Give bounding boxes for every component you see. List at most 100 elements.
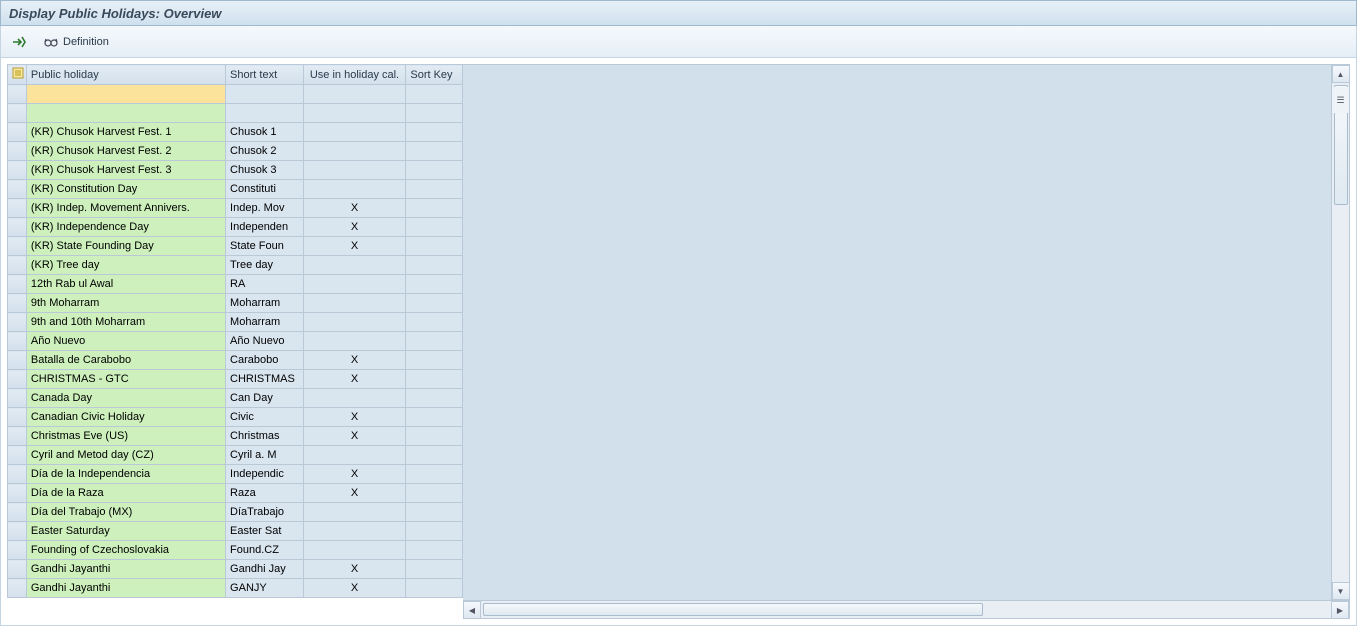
cell-sort[interactable] [406, 294, 463, 313]
cell-use[interactable] [303, 142, 406, 161]
cell-holiday[interactable]: Founding of Czechoslovakia [26, 541, 225, 560]
cell-sort[interactable] [406, 541, 463, 560]
cell-use[interactable] [303, 503, 406, 522]
row-selector[interactable] [8, 370, 27, 389]
filter-short[interactable] [226, 85, 304, 104]
cell-short[interactable]: Chusok 2 [226, 142, 304, 161]
column-header-holiday[interactable]: Public holiday [26, 65, 225, 85]
row-selector[interactable] [8, 522, 27, 541]
scroll-up-icon[interactable]: ▲ [1332, 65, 1350, 83]
row-selector[interactable] [8, 484, 27, 503]
cell-sort[interactable] [406, 370, 463, 389]
cell-use[interactable] [303, 123, 406, 142]
cell-short[interactable]: Found.CZ [226, 541, 304, 560]
cell-sort[interactable] [406, 256, 463, 275]
cell-use[interactable] [303, 522, 406, 541]
cell-short[interactable]: Indep. Mov [226, 199, 304, 218]
cell-use[interactable]: X [303, 199, 406, 218]
cell-holiday[interactable]: Día de la Independencia [26, 465, 225, 484]
cell-holiday[interactable]: Canada Day [26, 389, 225, 408]
cell-sort[interactable] [406, 180, 463, 199]
cell-short[interactable]: Año Nuevo [226, 332, 304, 351]
cell-short[interactable]: Gandhi Jay [226, 560, 304, 579]
cell-use[interactable] [303, 541, 406, 560]
cell-holiday[interactable]: 9th Moharram [26, 294, 225, 313]
cell-holiday[interactable] [26, 104, 225, 123]
cell-holiday[interactable]: (KR) Chusok Harvest Fest. 3 [26, 161, 225, 180]
cell-use[interactable]: X [303, 465, 406, 484]
cell-holiday[interactable]: 12th Rab ul Awal [26, 275, 225, 294]
cell-holiday[interactable]: (KR) Independence Day [26, 218, 225, 237]
row-selector[interactable] [8, 465, 27, 484]
cell-holiday[interactable]: Gandhi Jayanthi [26, 560, 225, 579]
row-selector[interactable] [8, 313, 27, 332]
row-selector[interactable] [8, 351, 27, 370]
cell-holiday[interactable]: Cyril and Metod day (CZ) [26, 446, 225, 465]
row-selector[interactable] [8, 123, 27, 142]
row-selector[interactable] [8, 256, 27, 275]
row-selector[interactable] [8, 389, 27, 408]
cell-sort[interactable] [406, 560, 463, 579]
cell-sort[interactable] [406, 199, 463, 218]
cell-sort[interactable] [406, 503, 463, 522]
row-selector[interactable] [8, 560, 27, 579]
cell-use[interactable] [303, 313, 406, 332]
cell-short[interactable]: Carabobo [226, 351, 304, 370]
column-header-short[interactable]: Short text [226, 65, 304, 85]
cell-use[interactable] [303, 389, 406, 408]
cell-use[interactable] [303, 332, 406, 351]
row-selector[interactable] [8, 446, 27, 465]
cell-short[interactable]: Chusok 3 [226, 161, 304, 180]
scroll-track-vertical[interactable] [1332, 83, 1350, 582]
cell-holiday[interactable]: (KR) State Founding Day [26, 237, 225, 256]
row-selector[interactable] [8, 503, 27, 522]
cell-use[interactable]: X [303, 218, 406, 237]
cell-holiday[interactable]: Día de la Raza [26, 484, 225, 503]
cell-short[interactable]: Independen [226, 218, 304, 237]
cell-sort[interactable] [406, 123, 463, 142]
cell-short[interactable]: Constituti [226, 180, 304, 199]
column-header-use[interactable]: Use in holiday cal. [303, 65, 406, 85]
row-selector[interactable] [8, 180, 27, 199]
cell-sort[interactable] [406, 313, 463, 332]
cell-holiday[interactable]: (KR) Tree day [26, 256, 225, 275]
cell-sort[interactable] [406, 427, 463, 446]
cell-holiday[interactable]: Gandhi Jayanthi [26, 579, 225, 598]
vertical-scrollbar[interactable]: ▲ ▼ [1331, 65, 1349, 600]
cell-sort[interactable] [406, 579, 463, 598]
cell-sort[interactable] [406, 275, 463, 294]
cell-short[interactable]: Chusok 1 [226, 123, 304, 142]
cell-use[interactable]: X [303, 484, 406, 503]
cell-use[interactable] [303, 104, 406, 123]
cell-short[interactable]: Cyril a. M [226, 446, 304, 465]
table-settings-icon[interactable]: ☰ [1331, 87, 1349, 113]
cell-short[interactable]: GANJY [226, 579, 304, 598]
cell-use[interactable] [303, 275, 406, 294]
cell-use[interactable]: X [303, 351, 406, 370]
cell-use[interactable] [303, 161, 406, 180]
cell-short[interactable]: Easter Sat [226, 522, 304, 541]
row-selector[interactable] [8, 199, 27, 218]
cell-holiday[interactable]: (KR) Chusok Harvest Fest. 2 [26, 142, 225, 161]
row-selector[interactable] [8, 161, 27, 180]
row-selector[interactable] [8, 142, 27, 161]
cell-holiday[interactable]: Easter Saturday [26, 522, 225, 541]
cell-sort[interactable] [406, 351, 463, 370]
cell-sort[interactable] [406, 408, 463, 427]
cell-short[interactable]: Can Day [226, 389, 304, 408]
cell-holiday[interactable]: (KR) Indep. Movement Annivers. [26, 199, 225, 218]
cell-short[interactable]: Moharram [226, 313, 304, 332]
row-selector[interactable] [8, 579, 27, 598]
cell-holiday[interactable]: Batalla de Carabobo [26, 351, 225, 370]
cell-holiday[interactable]: Christmas Eve (US) [26, 427, 225, 446]
cell-use[interactable]: X [303, 370, 406, 389]
horizontal-scrollbar[interactable]: ◀ ▶ [463, 600, 1349, 618]
cell-sort[interactable] [406, 218, 463, 237]
cell-sort[interactable] [406, 142, 463, 161]
scroll-right-icon[interactable]: ▶ [1331, 601, 1349, 619]
row-selector[interactable] [8, 218, 27, 237]
scroll-down-icon[interactable]: ▼ [1332, 582, 1350, 600]
column-header-sort[interactable]: Sort Key [406, 65, 463, 85]
scroll-track-horizontal[interactable] [481, 601, 1331, 618]
scroll-left-icon[interactable]: ◀ [463, 601, 481, 619]
